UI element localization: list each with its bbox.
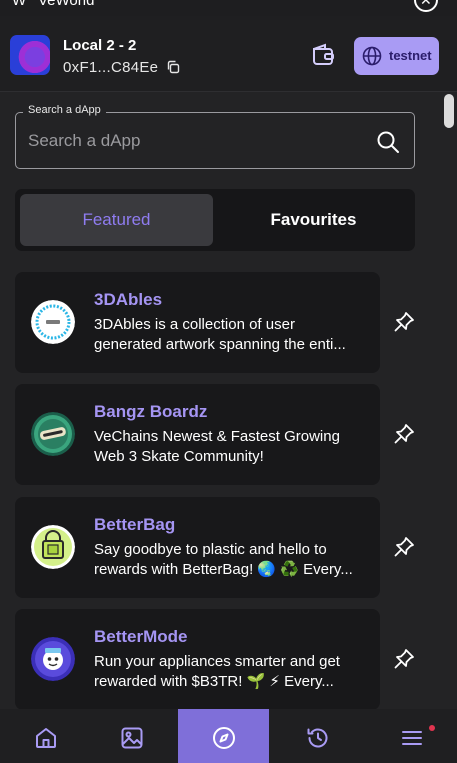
home-icon [36,728,56,748]
pin-icon[interactable] [393,423,415,445]
scrollbar[interactable] [440,92,457,709]
history-icon [307,728,328,748]
bettermode-logo [31,637,75,681]
search-label: Search a dApp [23,104,106,116]
dapp-card[interactable]: Bangz Boardz VeChains Newest & Fastest G… [15,384,380,485]
veworld-logo-icon: W [12,0,27,9]
dapp-description: Run your appliances smarter and get rewa… [94,653,340,690]
wallet-icon[interactable] [308,40,338,70]
dapp-card[interactable]: BetterBag Say goodbye to plastic and hel… [15,497,380,598]
account-address: 0xF1...C84Ee [63,59,159,76]
nav-history[interactable] [272,709,363,763]
dapp-card[interactable]: BetterMode Run your appliances smarter a… [15,609,380,709]
nav-home[interactable] [0,709,91,763]
dapp-browser-content: Search a dApp Featured Favourites 3DAble… [0,92,457,709]
dapp-card[interactable]: 3DAbles 3DAbles is a collection of user … [15,272,380,373]
scrollbar-thumb[interactable] [444,94,454,128]
nav-gallery[interactable] [86,709,177,763]
search-field[interactable] [15,112,415,169]
tab-favourites[interactable]: Favourites [217,194,410,246]
account-name: Local 2 - 2 [63,37,137,54]
bangz-logo [31,412,75,456]
pin-icon[interactable] [393,536,415,558]
menu-icon [402,731,422,745]
3dables-logo [31,300,75,344]
compass-icon [213,727,235,749]
tab-bar: Featured Favourites [15,189,415,251]
nav-discover[interactable] [178,709,269,763]
copy-icon[interactable] [166,60,180,74]
tab-featured[interactable]: Featured [20,194,213,246]
dapp-name: BetterBag [94,515,176,534]
notification-dot [429,725,435,731]
betterbag-logo [31,525,75,569]
dapp-description: VeChains Newest & Fastest Growing Web 3 … [94,428,340,465]
close-icon[interactable]: ✕ [414,0,438,12]
account-avatar[interactable] [10,35,50,75]
dapp-description: 3DAbles is a collection of user generate… [94,316,346,353]
dapp-name: Bangz Boardz [94,402,208,421]
globe-icon [362,46,382,66]
dapp-description: Say goodbye to plastic and hello to rewa… [94,541,353,578]
search-icon[interactable] [376,130,400,154]
search-input[interactable] [28,130,358,152]
account-header: Local 2 - 2 0xF1...C84Ee testnet [0,16,457,92]
pin-icon[interactable] [393,648,415,670]
dapp-name: 3DAbles [94,290,163,309]
network-label: testnet [389,48,432,63]
pin-icon[interactable] [393,311,415,333]
dapp-name: BetterMode [94,627,188,646]
network-button[interactable]: testnet [354,37,439,75]
bottom-navigation [0,709,457,763]
window-title: VeWorld [38,0,95,9]
gallery-icon [121,727,143,749]
window-titlebar: W VeWorld ✕ [0,0,457,16]
nav-menu[interactable] [366,709,457,763]
